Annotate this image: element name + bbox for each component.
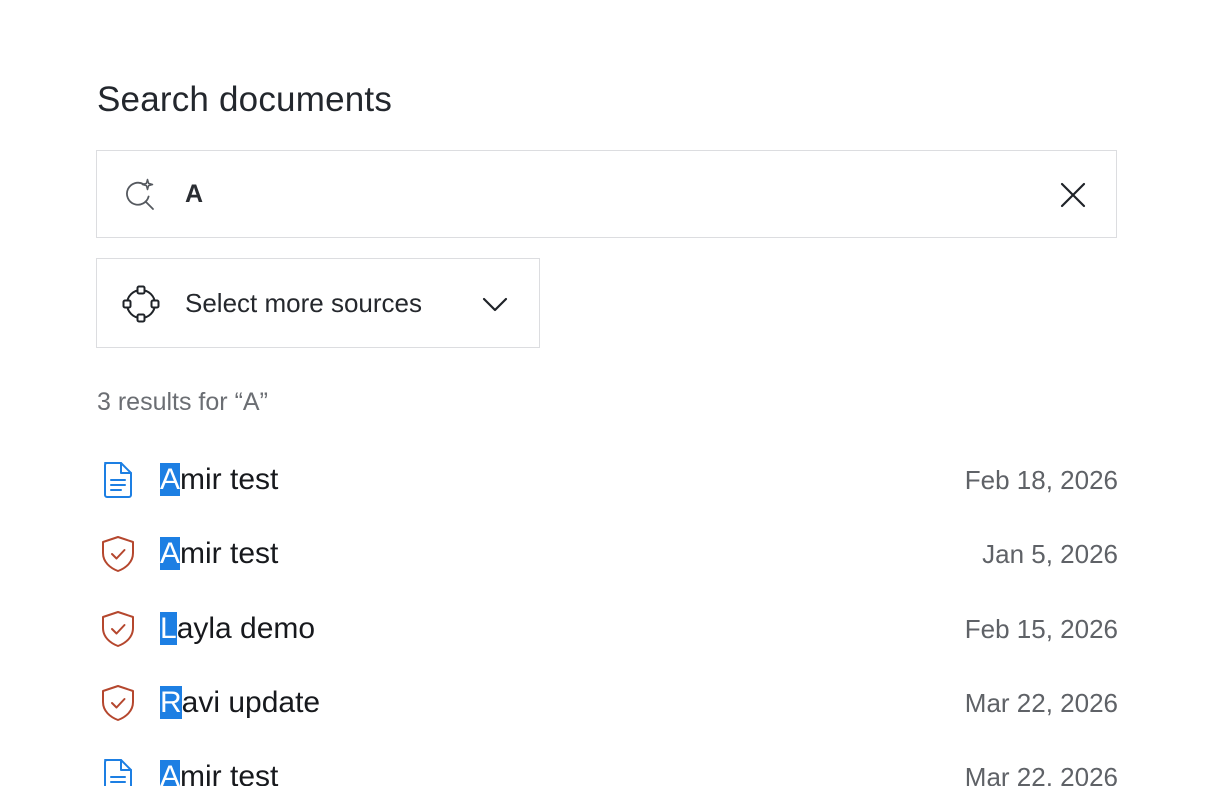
select-sources-dropdown[interactable]: Select more sources: [96, 258, 540, 348]
results-summary: 3 results for “A”: [97, 386, 268, 418]
select-sources-label: Select more sources: [185, 288, 422, 318]
result-title[interactable]: Amir test: [160, 462, 278, 498]
shield-check-icon: [102, 536, 134, 573]
shield-check-icon: [102, 684, 134, 721]
result-title-rest: avi update: [181, 685, 321, 719]
match-highlight: L: [160, 611, 177, 645]
result-row[interactable]: Ravi update Mar 22, 2026: [96, 669, 1118, 743]
result-title-rest: mir test: [180, 760, 279, 786]
result-date: Mar 22, 2026: [964, 687, 1118, 718]
result-row[interactable]: Amir test Jan 5, 2026: [96, 520, 1118, 594]
document-icon: [104, 759, 132, 786]
search-documents-page: Search documents Select more sources 3 r…: [0, 0, 1215, 786]
chevron-down-icon: [482, 297, 508, 312]
document-icon: [104, 462, 132, 498]
search-box[interactable]: [96, 150, 1117, 238]
result-row[interactable]: Amir test Feb 18, 2026: [96, 446, 1118, 520]
match-highlight: A: [160, 760, 181, 786]
result-row[interactable]: Amir test Mar 22, 2026: [96, 743, 1118, 786]
results-count-text: 3 results for: [97, 388, 228, 416]
results-list: Amir test Feb 18, 2026 Amir test Jan 5, 20…: [96, 446, 1118, 786]
result-date: Feb 15, 2026: [964, 613, 1118, 644]
result-row[interactable]: Layla demo Feb 15, 2026: [96, 595, 1118, 669]
sources-icon: [122, 285, 160, 323]
result-date: Feb 18, 2026: [964, 465, 1118, 495]
match-highlight: R: [160, 685, 182, 719]
result-date: Mar 22, 2026: [964, 762, 1118, 786]
ai-search-icon: [126, 178, 154, 210]
result-date: Jan 5, 2026: [982, 539, 1118, 570]
shield-check-icon: [102, 610, 134, 647]
page-title: Search documents: [97, 80, 393, 119]
result-title[interactable]: Layla demo: [160, 611, 315, 647]
result-title-rest: mir test: [180, 537, 279, 571]
search-input[interactable]: [185, 171, 1005, 217]
match-highlight: A: [160, 463, 181, 496]
results-query-text: “A”: [234, 388, 268, 416]
match-highlight: A: [160, 537, 181, 571]
result-title[interactable]: Ravi update: [160, 685, 320, 721]
result-title[interactable]: Amir test: [160, 759, 278, 786]
result-title[interactable]: Amir test: [160, 536, 278, 572]
result-title-rest: ayla demo: [176, 611, 316, 645]
result-title-rest: mir test: [180, 463, 279, 496]
clear-search-icon[interactable]: [1058, 180, 1088, 210]
